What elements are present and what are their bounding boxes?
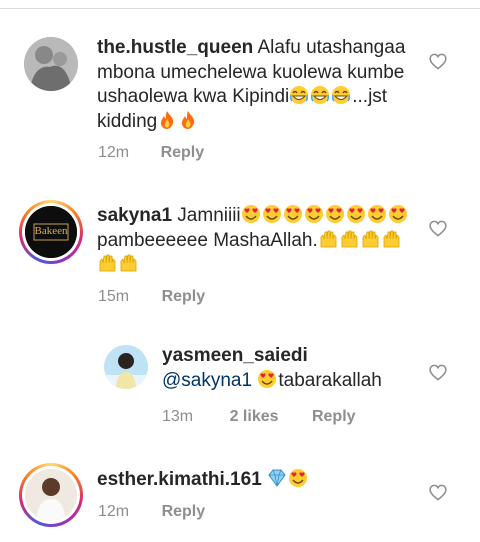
comment-text-fragment: pambeeeeee MashaAllah. [97,229,318,251]
comment-text-fragment: Jamniiii [177,205,241,226]
hands-emoji-icon [362,230,379,247]
comment-text: esther.kimathi.161 [97,468,413,493]
hearteyes-emoji-icon [304,205,323,223]
comment-meta: 12m Reply [98,503,205,521]
comment-text-fragment: tabarakallah [278,369,382,391]
hearteyes-emoji-icon [262,205,281,223]
user-avatar[interactable] [104,345,148,389]
hands-emoji-icon [383,230,400,247]
comment-text: the.hustle_queen Alafu utashangaa mbona … [97,36,413,134]
profile-photo-icon [25,469,77,521]
comment-time: 12m [98,144,130,161]
comment-username[interactable]: sakyna1 [97,205,172,226]
hands-emoji-icon [320,230,337,247]
comment-text: sakyna1 Jamniiii pambeeeeee MashaAllah. [97,204,413,278]
hearteyes-emoji-icon [258,369,277,388]
profile-photo-icon [104,345,148,389]
story-ring[interactable]: Bakeen [19,200,83,264]
comment-body [267,469,309,490]
hearteyes-emoji-icon [325,205,344,223]
comment-meta: 15m Reply [98,288,205,306]
comment-time: 12m [98,503,130,520]
hearteyes-emoji-icon [241,205,260,223]
hearteyes-emoji-icon [346,205,365,223]
profile-photo-icon [24,37,78,91]
user-avatar[interactable] [25,469,77,521]
comment-time: 15m [98,288,130,305]
comment-username[interactable]: yasmeen_saiedi [162,345,308,366]
comment-text: yasmeen_saiedi @sakyna1 tabarakallah [162,344,422,393]
gem-emoji-icon [268,469,286,487]
grin-emoji-icon [290,86,309,104]
hearteyes-emoji-icon [367,205,386,223]
like-heart-icon[interactable] [429,220,447,237]
hearteyes-emoji-icon [388,205,407,223]
user-avatar[interactable] [24,37,78,91]
comment-meta: 13m 2 likes Reply [162,408,356,426]
comment-body: @sakyna1 tabarakallah [162,369,422,394]
hands-emoji-icon [99,254,116,272]
story-ring[interactable] [19,463,83,527]
grin-emoji-icon [332,86,351,104]
reply-button[interactable]: Reply [312,408,356,426]
like-heart-icon[interactable] [429,53,447,70]
top-divider [0,8,480,9]
hands-emoji-icon [120,254,137,272]
reply-button[interactable]: Reply [162,288,206,306]
avatar-logo-text: Bakeen [34,225,68,237]
comment-time: 13m [162,408,194,425]
user-avatar[interactable]: Bakeen [25,206,77,258]
comment-meta: 12m Reply [98,144,204,162]
like-heart-icon[interactable] [429,484,447,501]
comment-username[interactable]: the.hustle_queen [97,37,253,58]
likes-count[interactable]: 2 likes [230,408,279,426]
comment-username[interactable]: esther.kimathi.161 [97,469,262,490]
grin-emoji-icon [311,86,330,104]
reply-button[interactable]: Reply [161,144,205,162]
fire-emoji-icon [161,110,174,129]
hearteyes-emoji-icon [283,205,302,223]
fire-emoji-icon [182,110,195,129]
mention-link[interactable]: @sakyna1 [162,370,252,391]
hands-emoji-icon [341,230,358,247]
like-heart-icon[interactable] [429,364,447,381]
hearteyes-emoji-icon [289,469,308,487]
reply-button[interactable]: Reply [162,503,206,521]
